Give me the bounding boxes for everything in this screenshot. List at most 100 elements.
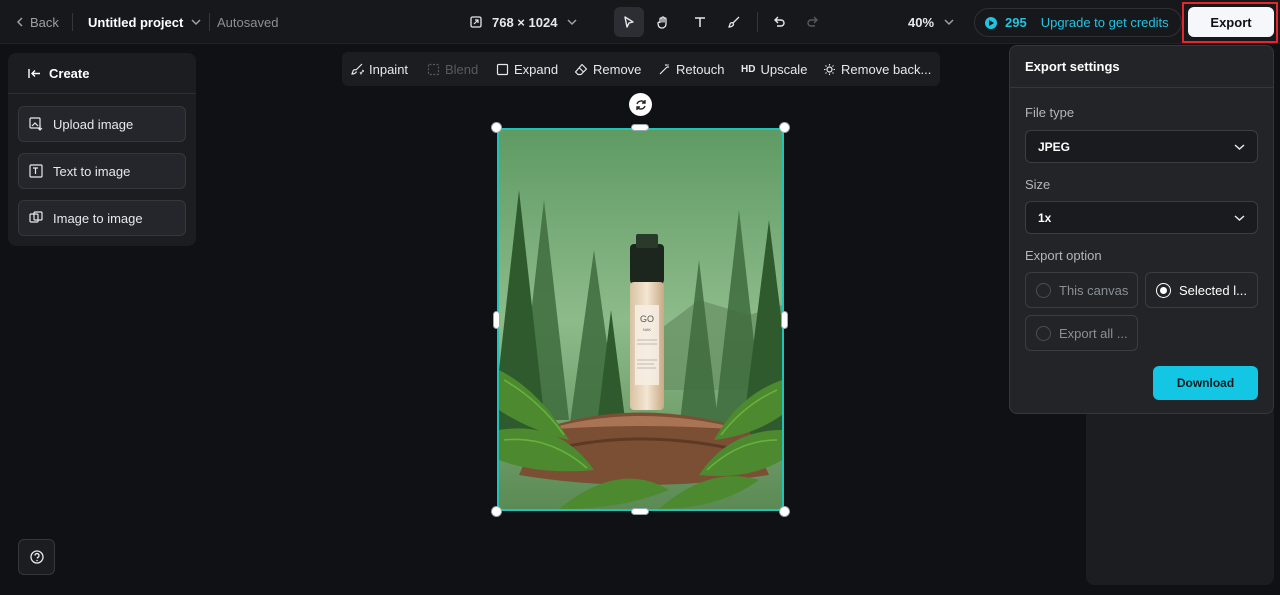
resize-handle-top-left[interactable] — [491, 122, 502, 133]
remove-background-label: Remove back... — [841, 61, 932, 77]
export-settings-panel: Export settings File type JPEG Size 1x E… — [1009, 45, 1274, 414]
product-sub: NAK — [643, 327, 652, 332]
canvas-size-dropdown[interactable]: 768 × 1024 — [470, 0, 577, 44]
export-option-export-all[interactable]: Export all ... — [1025, 315, 1138, 351]
resize-handle-left[interactable] — [493, 311, 500, 329]
download-button[interactable]: Download — [1153, 366, 1258, 400]
export-option-this-canvas[interactable]: This canvas — [1025, 272, 1138, 308]
brush-icon — [727, 15, 741, 29]
radio-icon — [1036, 325, 1051, 341]
chevron-left-icon — [16, 17, 24, 27]
project-title-dropdown[interactable]: Untitled project — [88, 0, 201, 44]
upscale-label: Upscale — [760, 61, 808, 77]
blend-label: Blend — [445, 61, 479, 77]
undo-icon — [772, 15, 786, 29]
upload-image-icon — [29, 117, 43, 131]
export-option-label-text: This canvas — [1059, 282, 1129, 298]
credit-count: 295 — [1005, 15, 1027, 30]
remove-label: Remove — [593, 61, 642, 77]
chevron-down-icon — [944, 18, 954, 26]
help-button[interactable] — [18, 539, 55, 575]
image-to-image-icon — [29, 211, 43, 225]
hand-tool-button[interactable] — [648, 7, 678, 37]
top-bar: Back Untitled project Autosaved 768 × 10… — [0, 0, 1280, 44]
divider — [72, 13, 73, 31]
image-to-image-button[interactable]: Image to image — [18, 200, 186, 236]
inpaint-icon — [351, 63, 364, 76]
divider — [209, 13, 210, 31]
image-edit-toolbar: Inpaint Blend Expand Remove Retouch HD U… — [342, 52, 940, 86]
help-question-icon — [29, 550, 44, 564]
redo-icon — [806, 15, 820, 29]
chevron-down-icon — [567, 18, 577, 26]
resize-handle-top[interactable] — [631, 124, 649, 131]
expand-label: Expand — [514, 61, 559, 77]
size-label: Size — [1025, 177, 1051, 192]
text-to-image-label: Text to image — [53, 163, 131, 179]
remove-background-icon — [823, 63, 836, 76]
brush-tool-button[interactable] — [719, 7, 749, 37]
retouch-button[interactable]: Retouch — [658, 52, 724, 86]
expand-button[interactable]: Expand — [496, 52, 558, 86]
magic-wand-icon — [658, 63, 671, 76]
rotate-handle[interactable] — [629, 93, 652, 116]
resize-handle-top-right[interactable] — [779, 122, 790, 133]
collapse-arrow-icon — [28, 68, 41, 79]
undo-button[interactable] — [764, 7, 794, 37]
cursor-arrow-icon — [622, 15, 636, 29]
size-value: 1x — [1038, 210, 1052, 225]
hand-icon — [656, 15, 671, 30]
file-type-value: JPEG — [1038, 139, 1071, 154]
expand-icon — [496, 63, 509, 76]
back-label: Back — [30, 14, 59, 30]
text-to-image-icon — [29, 164, 43, 178]
zoom-level: 40% — [908, 14, 935, 30]
right-side-panel — [1086, 410, 1274, 585]
upload-image-button[interactable]: Upload image — [18, 106, 186, 142]
credit-coin-icon — [985, 16, 997, 29]
chevron-down-icon — [1234, 143, 1245, 151]
back-button[interactable]: Back — [16, 0, 59, 44]
remove-button[interactable]: Remove — [574, 52, 641, 86]
resize-handle-bottom-right[interactable] — [779, 506, 790, 517]
size-select[interactable]: 1x — [1025, 201, 1258, 234]
blend-button[interactable]: Blend — [427, 52, 478, 86]
text-tool-button[interactable] — [685, 7, 715, 37]
image-to-image-label: Image to image — [53, 210, 143, 226]
radio-selected-icon — [1156, 282, 1171, 298]
chevron-down-icon — [191, 18, 201, 26]
file-type-label: File type — [1025, 105, 1075, 120]
radio-icon — [1036, 282, 1051, 298]
remove-background-button[interactable]: Remove back... — [823, 52, 931, 86]
resize-handle-bottom[interactable] — [631, 508, 649, 515]
upscale-button[interactable]: HD Upscale — [741, 52, 807, 86]
create-panel-title: Create — [49, 65, 90, 81]
credits-upgrade-button[interactable]: 295 Upgrade to get credits — [974, 8, 1182, 37]
export-option-selected-layers[interactable]: Selected l... — [1145, 272, 1258, 308]
zoom-dropdown[interactable]: 40% — [908, 0, 954, 44]
file-type-select[interactable]: JPEG — [1025, 130, 1258, 163]
resize-handle-bottom-left[interactable] — [491, 506, 502, 517]
text-to-image-button[interactable]: Text to image — [18, 153, 186, 189]
inpaint-button[interactable]: Inpaint — [351, 52, 408, 86]
export-option-label-text: Selected l... — [1179, 282, 1247, 298]
autosave-status: Autosaved — [217, 14, 279, 30]
export-button[interactable]: Export — [1188, 7, 1274, 37]
canvas-image[interactable]: GO NAK — [497, 128, 784, 511]
redo-button[interactable] — [798, 7, 828, 37]
blend-icon — [427, 63, 440, 76]
product-photo: GO NAK — [499, 130, 782, 509]
chevron-down-icon — [1234, 214, 1245, 222]
resize-handle-right[interactable] — [781, 311, 788, 329]
select-tool-button[interactable] — [614, 7, 644, 37]
rotate-icon — [634, 98, 648, 112]
export-option-label: Export option — [1025, 248, 1102, 263]
divider — [757, 12, 758, 32]
project-title: Untitled project — [88, 14, 184, 30]
product-brand: GO — [640, 314, 654, 324]
create-panel-header[interactable]: Create — [8, 53, 196, 94]
export-option-label-text: Export all ... — [1059, 325, 1128, 341]
resize-icon — [470, 16, 482, 28]
upgrade-link[interactable]: Upgrade to get credits — [1041, 15, 1169, 30]
hd-icon: HD — [741, 63, 756, 75]
